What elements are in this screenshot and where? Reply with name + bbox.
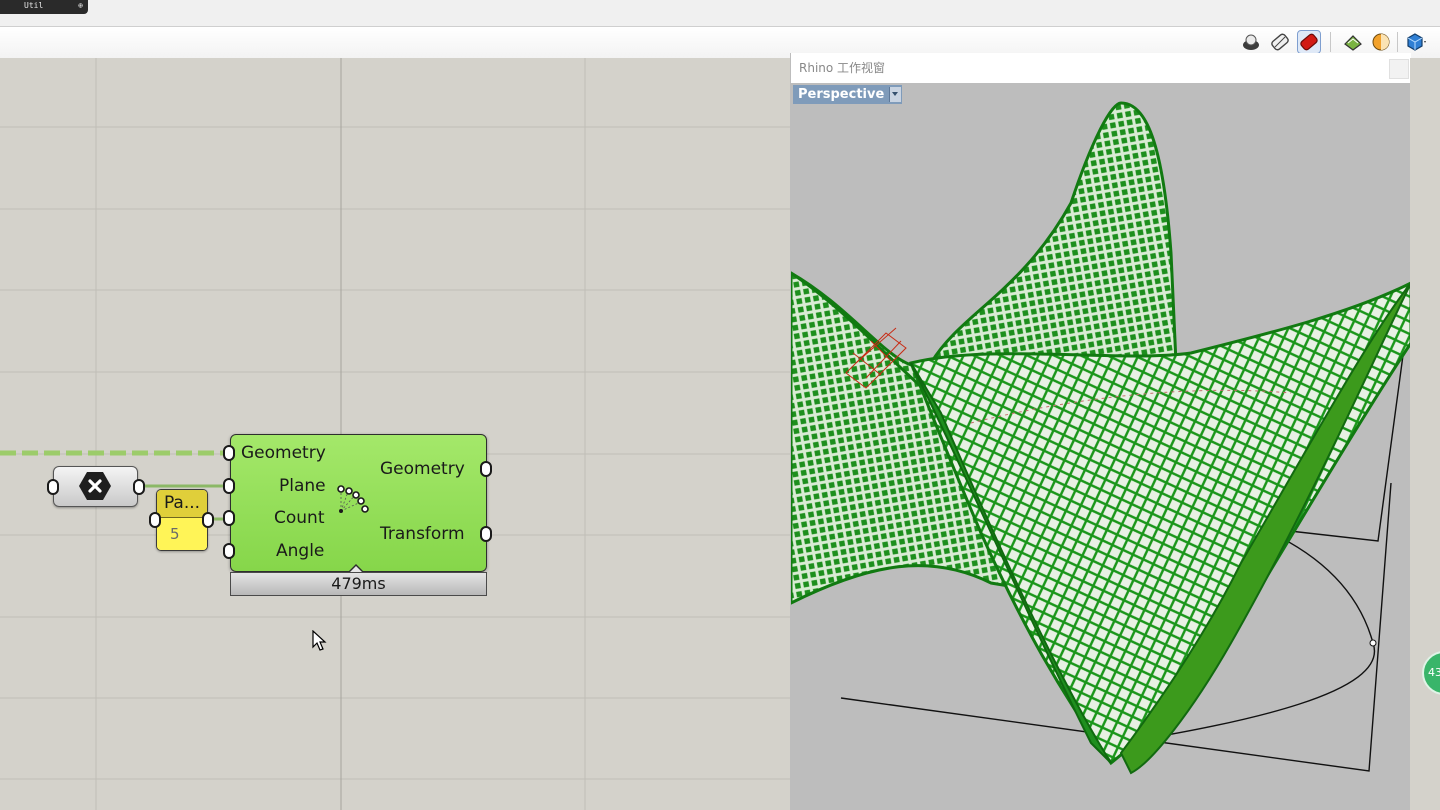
toolbar-separator bbox=[1397, 32, 1398, 52]
input-port[interactable] bbox=[47, 479, 59, 495]
param-value: 5 bbox=[157, 517, 207, 550]
geometry-output-port[interactable] bbox=[480, 461, 492, 477]
viewport-scene bbox=[791, 83, 1411, 810]
display-mode-icon[interactable] bbox=[1404, 31, 1426, 53]
orient-component[interactable]: Geometry Plane Count Angle Geometry Tran… bbox=[223, 434, 492, 572]
rhino-viewport-window[interactable]: Rhino 工作视窗 Perspective bbox=[790, 53, 1411, 810]
input-plane-label: Plane bbox=[279, 476, 326, 496]
mouse-cursor-icon bbox=[312, 630, 327, 651]
param-title: Pa... bbox=[157, 490, 207, 517]
cross-hex-icon bbox=[79, 472, 111, 500]
viewport-dropdown-arrow-icon[interactable] bbox=[889, 87, 902, 102]
top-strip: Util ⊕ bbox=[0, 0, 1440, 27]
geometry-input-port[interactable] bbox=[223, 445, 235, 461]
profiler-timer: 479ms bbox=[230, 572, 487, 596]
material-ball-icon[interactable] bbox=[1370, 31, 1392, 53]
transform-output-port[interactable] bbox=[480, 526, 492, 542]
count-input-port[interactable] bbox=[223, 510, 235, 526]
param-input-port[interactable] bbox=[149, 512, 161, 528]
pin-icon: ⊕ bbox=[78, 1, 83, 10]
timer-pointer-inner bbox=[350, 566, 362, 572]
toolbar-separator bbox=[1330, 32, 1331, 52]
window-title: Rhino 工作视窗 bbox=[799, 61, 886, 75]
polar-array-icon bbox=[337, 485, 369, 513]
right-canvas-strip bbox=[1410, 58, 1440, 810]
shaded-preview-icon[interactable] bbox=[1297, 30, 1321, 54]
util-tab-label: Util bbox=[24, 1, 44, 10]
output-port[interactable] bbox=[133, 479, 145, 495]
count-param[interactable]: Pa... 5 bbox=[156, 489, 208, 551]
util-tab[interactable]: Util ⊕ bbox=[0, 0, 88, 14]
wireframe-preview-icon[interactable] bbox=[1269, 31, 1291, 53]
plane-input-port[interactable] bbox=[223, 478, 235, 494]
cull-component[interactable] bbox=[47, 466, 145, 507]
angle-input-port[interactable] bbox=[223, 543, 235, 559]
bake-icon[interactable] bbox=[1342, 31, 1364, 53]
perspective-viewport[interactable]: Perspective bbox=[791, 83, 1411, 810]
output-transform-label: Transform bbox=[380, 524, 465, 544]
input-angle-label: Angle bbox=[276, 541, 325, 561]
param-output-port[interactable] bbox=[202, 512, 214, 528]
viewport-shade-icon[interactable] bbox=[1240, 31, 1262, 53]
grasshopper-canvas[interactable]: Pa... 5 Geometry Plane Count Angle Geome… bbox=[0, 58, 790, 810]
input-count-label: Count bbox=[274, 508, 325, 528]
viewport-label-perspective[interactable]: Perspective bbox=[793, 85, 903, 104]
output-geometry-label: Geometry bbox=[380, 459, 465, 479]
input-geometry-label: Geometry bbox=[241, 443, 326, 463]
close-button[interactable] bbox=[1389, 59, 1409, 79]
